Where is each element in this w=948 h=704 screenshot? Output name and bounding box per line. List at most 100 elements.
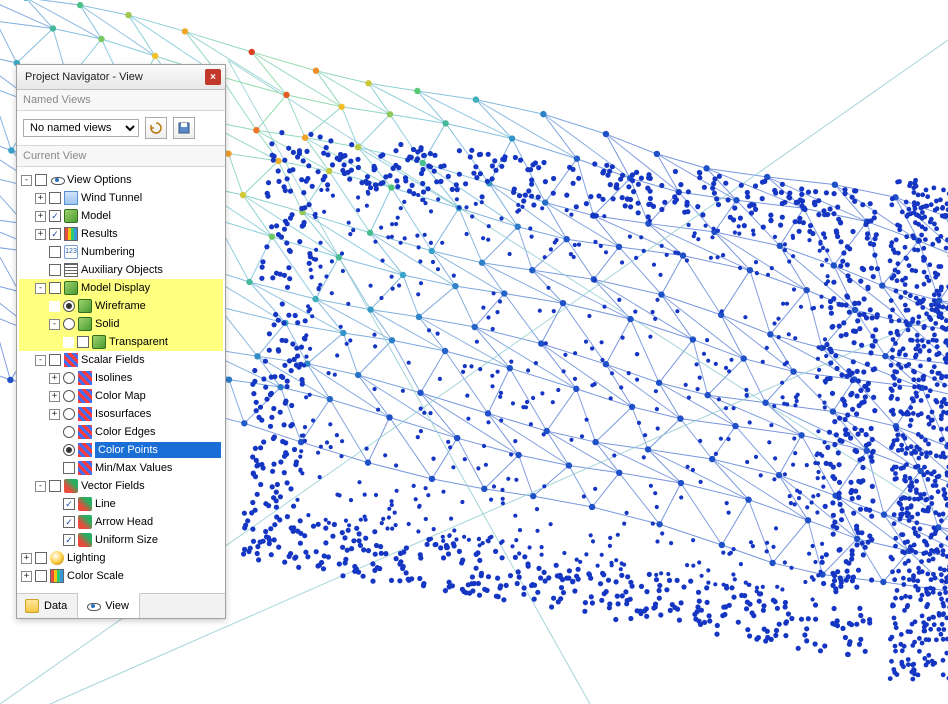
named-views-select[interactable]: No named views — [23, 119, 139, 137]
checkbox-transparent[interactable] — [77, 336, 89, 348]
checkbox-wind-tunnel[interactable] — [49, 192, 61, 204]
tree-item-arrow-head[interactable]: Arrow Head — [19, 513, 223, 531]
checkbox-scalar-fields[interactable] — [49, 354, 61, 366]
checkbox-line[interactable] — [63, 498, 75, 510]
tree-item-color-scale[interactable]: +Color Scale — [19, 567, 223, 585]
cube-icon — [64, 209, 78, 223]
expander-icon[interactable]: - — [21, 175, 32, 186]
stripes-icon — [78, 371, 92, 385]
tree-label: Auxiliary Objects — [81, 262, 221, 278]
tab-view-label: View — [105, 600, 129, 612]
cube-icon — [64, 281, 78, 295]
checkbox-aux-objects[interactable] — [49, 264, 61, 276]
tree-item-model-display[interactable]: -Model Display — [19, 279, 223, 297]
expander-icon[interactable]: + — [49, 409, 60, 420]
checkbox-view-options[interactable] — [35, 174, 47, 186]
refresh-button[interactable] — [145, 117, 167, 139]
project-navigator-panel: Project Navigator - View × Named Views N… — [16, 64, 226, 619]
tree-item-color-map[interactable]: + Color Map — [19, 387, 223, 405]
stripes-icon — [78, 407, 92, 421]
radio-isosurfaces[interactable] — [63, 408, 75, 420]
checkbox-numbering[interactable] — [49, 246, 61, 258]
arrows-icon — [78, 533, 92, 547]
stripes-icon — [78, 389, 92, 403]
expander-icon — [35, 247, 46, 258]
checkbox-results[interactable] — [49, 228, 61, 240]
checkbox-uniform-size[interactable] — [63, 534, 75, 546]
expander-icon[interactable]: + — [49, 373, 60, 384]
expander-icon[interactable]: - — [35, 283, 46, 294]
radio-color-map[interactable] — [63, 390, 75, 402]
tree-label: Lighting — [67, 550, 221, 566]
tree-item-uniform-size[interactable]: Uniform Size — [19, 531, 223, 549]
tree-label: Color Map — [95, 388, 221, 404]
eye-icon — [50, 173, 64, 187]
tree-item-results[interactable]: + Results — [19, 225, 223, 243]
grid-icon — [64, 263, 78, 277]
tree-label: Transparent — [109, 334, 221, 350]
radio-wireframe[interactable] — [63, 300, 75, 312]
tree-item-transparent[interactable]: Transparent — [19, 333, 223, 351]
expander-icon — [49, 301, 60, 312]
tree-item-scalar-fields[interactable]: -Scalar Fields — [19, 351, 223, 369]
save-view-button[interactable] — [173, 117, 195, 139]
tree-label: Isosurfaces — [95, 406, 221, 422]
expander-icon[interactable]: - — [49, 319, 60, 330]
tab-data[interactable]: Data — [17, 594, 78, 618]
expander-icon[interactable]: + — [35, 193, 46, 204]
expander-icon[interactable]: + — [21, 553, 32, 564]
expander-icon — [49, 535, 60, 546]
stripes-icon — [78, 425, 92, 439]
panel-tabs: Data View — [17, 593, 225, 618]
expander-icon[interactable]: + — [35, 229, 46, 240]
tree-label: Model — [81, 208, 221, 224]
checkbox-model-display[interactable] — [49, 282, 61, 294]
tree-item-vector-fields[interactable]: - Vector Fields — [19, 477, 223, 495]
tree-item-solid[interactable]: -Solid — [19, 315, 223, 333]
arrows-icon — [78, 515, 92, 529]
arrows-icon — [64, 479, 78, 493]
expander-icon[interactable]: + — [35, 211, 46, 222]
checkbox-lighting[interactable] — [35, 552, 47, 564]
radio-color-points[interactable] — [63, 444, 75, 456]
tree-label: Numbering — [81, 244, 221, 260]
tree-item-view-options[interactable]: -View Options — [19, 171, 223, 189]
tree-item-minmax[interactable]: Min/Max Values — [19, 459, 223, 477]
panel-titlebar[interactable]: Project Navigator - View × — [17, 65, 225, 90]
tab-view[interactable]: View — [78, 593, 140, 618]
radio-isolines[interactable] — [63, 372, 75, 384]
tree-item-aux-objects[interactable]: Auxiliary Objects — [19, 261, 223, 279]
expander-icon[interactable]: - — [35, 355, 46, 366]
tree-item-wind-tunnel[interactable]: + Wind Tunnel — [19, 189, 223, 207]
tree-item-color-edges[interactable]: Color Edges — [19, 423, 223, 441]
tree-item-color-points[interactable]: Color Points — [19, 441, 223, 459]
close-icon[interactable]: × — [205, 69, 221, 85]
cube-icon — [92, 335, 106, 349]
tree-item-isolines[interactable]: +Isolines — [19, 369, 223, 387]
tree-item-line[interactable]: Line — [19, 495, 223, 513]
tree-label: Uniform Size — [95, 532, 221, 548]
tree-label: Arrow Head — [95, 514, 221, 530]
tree-label: Results — [81, 226, 221, 242]
tree-label: Wind Tunnel — [81, 190, 221, 206]
tree-item-lighting[interactable]: + Lighting — [19, 549, 223, 567]
tree-item-numbering[interactable]: 123Numbering — [19, 243, 223, 261]
expander-icon[interactable]: + — [21, 571, 32, 582]
expander-icon — [49, 517, 60, 528]
tree-item-wireframe[interactable]: Wireframe — [19, 297, 223, 315]
tree-item-isosurfaces[interactable]: + Isosurfaces — [19, 405, 223, 423]
checkbox-minmax[interactable] — [63, 462, 75, 474]
cube-icon — [78, 317, 92, 331]
checkbox-color-scale[interactable] — [35, 570, 47, 582]
checkbox-vector-fields[interactable] — [49, 480, 61, 492]
group-named-views[interactable]: Named Views — [17, 90, 225, 111]
tree-item-model[interactable]: + Model — [19, 207, 223, 225]
expander-icon[interactable]: + — [49, 391, 60, 402]
checkbox-model[interactable] — [49, 210, 61, 222]
tree-label: Vector Fields — [81, 478, 221, 494]
radio-color-edges[interactable] — [63, 426, 75, 438]
radio-solid[interactable] — [63, 318, 75, 330]
checkbox-arrow-head[interactable] — [63, 516, 75, 528]
expander-icon[interactable]: - — [35, 481, 46, 492]
group-current-view[interactable]: Current View — [17, 146, 225, 167]
